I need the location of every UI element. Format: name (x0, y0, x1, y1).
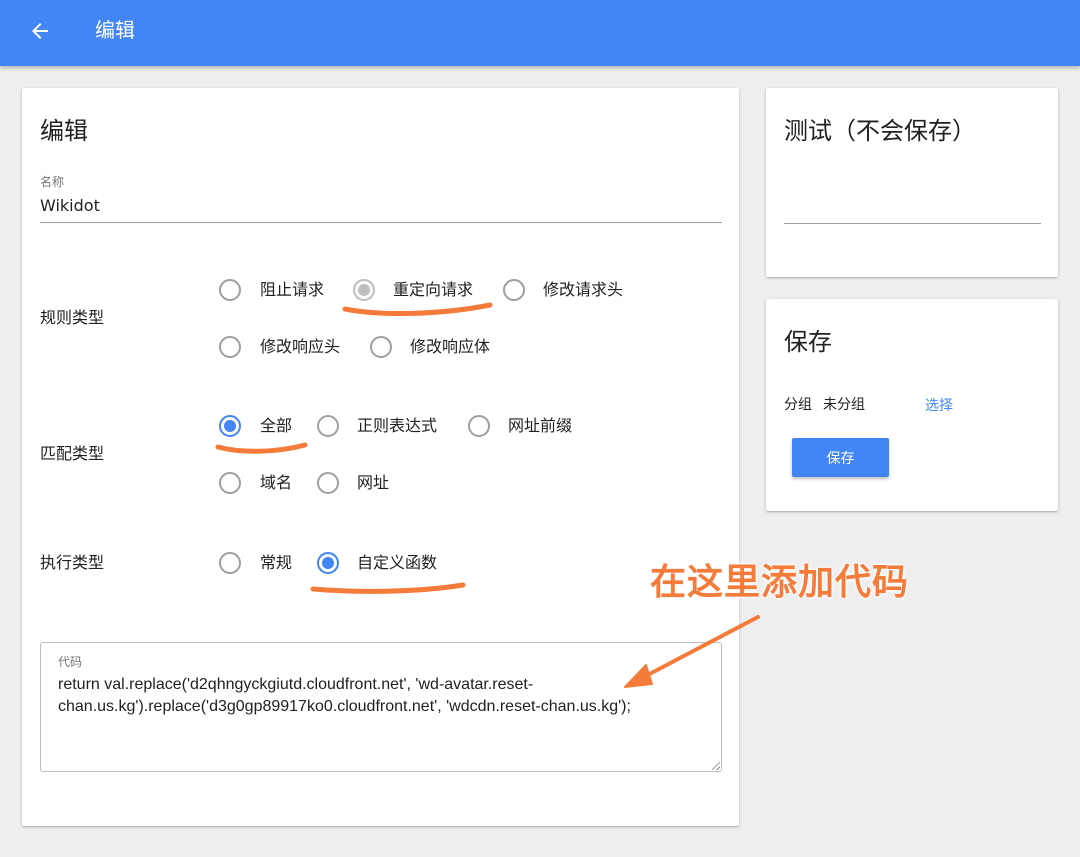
rule-type-label: 规则类型 (40, 308, 105, 327)
radio-label-redirect-request[interactable]: 重定向请求 (393, 279, 473, 301)
resize-grip-icon[interactable] (712, 762, 720, 770)
radio-label-match-all[interactable]: 全部 (260, 415, 292, 437)
radio-match-url-prefix[interactable] (468, 415, 490, 437)
radio-label-modify-request-header[interactable]: 修改请求头 (543, 279, 623, 301)
radio-label-match-regex[interactable]: 正则表达式 (357, 415, 437, 437)
save-button[interactable]: 保存 (792, 438, 889, 477)
code-textarea-label: 代码 (58, 655, 83, 669)
save-card-title: 保存 (784, 328, 832, 356)
test-card-title: 测试（不会保存） (784, 117, 976, 145)
radio-match-url[interactable] (317, 472, 339, 494)
radio-label-modify-response-header[interactable]: 修改响应头 (260, 336, 340, 358)
code-textarea[interactable]: 代码 return val.replace('d2qhngyckgiutd.cl… (40, 642, 722, 772)
radio-exec-normal[interactable] (219, 552, 241, 574)
app-bar: 编辑 (0, 0, 1080, 66)
group-value: 未分组 (823, 397, 865, 413)
radio-label-exec-custom-function[interactable]: 自定义函数 (357, 552, 437, 574)
arrow-left-icon[interactable] (28, 19, 52, 43)
radio-label-match-url[interactable]: 网址 (357, 472, 389, 494)
edit-card: 编辑 名称 Wikidot 规则类型 阻止请求 重定向请求 修改请求头 修改响应… (22, 88, 739, 826)
exec-type-label: 执行类型 (40, 553, 105, 572)
select-group-link[interactable]: 选择 (925, 396, 953, 416)
radio-match-domain[interactable] (219, 472, 241, 494)
radio-modify-response-header[interactable] (219, 336, 241, 358)
radio-match-all[interactable] (219, 415, 241, 437)
radio-block-request[interactable] (219, 279, 241, 301)
radio-label-match-domain[interactable]: 域名 (260, 472, 292, 494)
test-input[interactable] (784, 193, 1041, 219)
test-card: 测试（不会保存） (766, 88, 1058, 277)
radio-modify-request-header[interactable] (503, 279, 525, 301)
radio-redirect-request[interactable] (353, 279, 375, 301)
page-title: 编辑 (95, 18, 135, 42)
name-input[interactable]: Wikidot (40, 195, 722, 217)
radio-match-regex[interactable] (317, 415, 339, 437)
match-type-label: 匹配类型 (40, 444, 105, 463)
radio-label-exec-normal[interactable]: 常规 (260, 552, 292, 574)
test-input-underline (784, 223, 1041, 224)
radio-exec-custom-function[interactable] (317, 552, 339, 574)
name-input-underline (40, 222, 722, 223)
radio-modify-response-body[interactable] (370, 336, 392, 358)
name-field-label: 名称 (40, 175, 65, 189)
radio-label-block-request[interactable]: 阻止请求 (260, 279, 324, 301)
save-card: 保存 分组 未分组 选择 保存 (766, 299, 1058, 511)
group-label: 分组 (784, 397, 812, 413)
annotation-text: 在这里添加代码 (650, 562, 910, 603)
edit-card-title: 编辑 (40, 117, 88, 145)
code-textarea-value[interactable]: return val.replace('d2qhngyckgiutd.cloud… (58, 674, 698, 718)
radio-label-match-url-prefix[interactable]: 网址前缀 (508, 415, 572, 437)
radio-label-modify-response-body[interactable]: 修改响应体 (410, 336, 490, 358)
